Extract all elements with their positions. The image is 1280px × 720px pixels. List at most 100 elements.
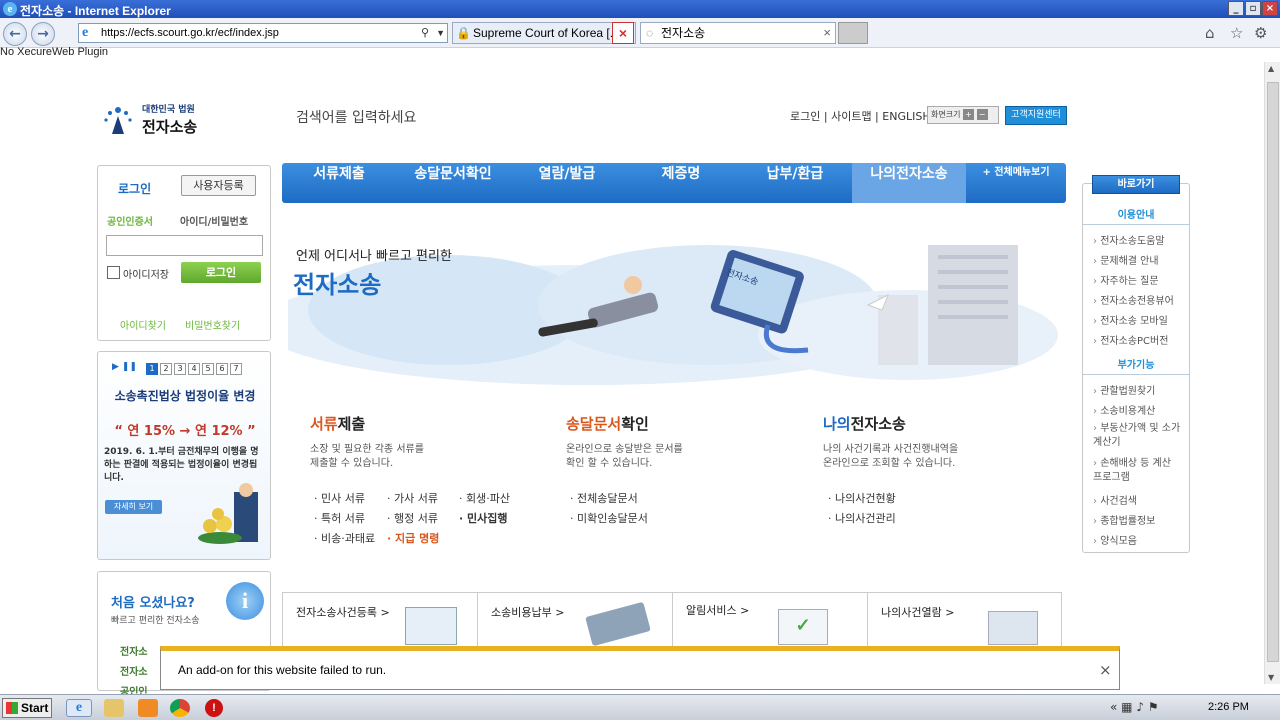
minimize-button[interactable]: _	[1228, 1, 1244, 16]
zoom-out-button[interactable]: −	[976, 109, 988, 120]
tab-close-icon[interactable]: ×	[823, 23, 831, 43]
quick-link-mobile[interactable]: 전자소송 모바일	[1093, 312, 1168, 327]
quick-link-legal-info[interactable]: 종합법률정보	[1093, 512, 1155, 527]
gear-icon[interactable]: ⚙	[1254, 24, 1267, 42]
welcome-item[interactable]: 전자소	[120, 663, 148, 678]
clock[interactable]: 2:26 PM	[1208, 701, 1249, 713]
login-button[interactable]: 로그인	[181, 262, 261, 283]
ie-taskbar-icon[interactable]: e	[66, 699, 92, 717]
util-login-link[interactable]: 로그인	[790, 110, 820, 123]
quick-link-viewer[interactable]: 전자소송전용뷰어	[1093, 292, 1174, 307]
start-button[interactable]: Start	[2, 698, 52, 718]
back-icon[interactable]: ←	[3, 22, 27, 46]
find-pw-link[interactable]: 비밀번호찾기	[185, 317, 240, 332]
nav-view-issue[interactable]: 열람/발급	[510, 163, 624, 203]
tile-case-register[interactable]: 전자소송사건등록 >	[283, 593, 478, 653]
quick-link-court-finder[interactable]: 관할법원찾기	[1093, 382, 1155, 397]
forward-icon[interactable]: →	[31, 22, 55, 46]
link-nonlitigation[interactable]: 비송·과태료	[314, 530, 375, 546]
notification-close-icon[interactable]: ×	[1099, 661, 1112, 679]
quick-link-case-search[interactable]: 사건검색	[1093, 492, 1137, 507]
dropdown-icon[interactable]: ▼	[436, 24, 445, 42]
tab-id-login[interactable]: 아이디/비밀번호	[180, 213, 248, 228]
nav-payment-refund[interactable]: 납부/환급	[738, 163, 852, 203]
link-bankruptcy[interactable]: 회생·파산	[459, 490, 510, 506]
banner-page[interactable]: 6	[216, 363, 228, 375]
nav-submit-docs[interactable]: 서류제출	[282, 163, 396, 203]
quick-link-damages-calc[interactable]: 손해배상 등 계산 프로그램	[1093, 457, 1183, 485]
new-tab-button[interactable]	[838, 22, 868, 44]
chrome-icon[interactable]	[170, 699, 190, 717]
util-english-link[interactable]: ENGLISH	[882, 110, 930, 123]
stop-sign-icon[interactable]: !	[205, 699, 223, 717]
login-input[interactable]	[106, 235, 263, 256]
court-logo-icon[interactable]	[100, 100, 136, 136]
windows-logo-icon	[6, 702, 18, 714]
close-window-button[interactable]: ×	[1262, 1, 1278, 16]
quick-link-help[interactable]: 전자소송도움말	[1093, 232, 1164, 247]
section-my-title[interactable]: 나의전자소송	[823, 413, 906, 434]
nav-my-ecfs[interactable]: 나의전자소송	[852, 163, 966, 203]
search-icon[interactable]: ⚲	[421, 24, 429, 42]
link-my-case-status[interactable]: 나의사건현황	[828, 490, 896, 506]
quick-link-pc[interactable]: 전자소송PC버전	[1093, 332, 1168, 347]
quick-link-faq[interactable]: 자주하는 질문	[1093, 272, 1158, 287]
logo-title[interactable]: 전자소송	[142, 116, 197, 137]
link-my-case-manage[interactable]: 나의사건관리	[828, 510, 896, 526]
zoom-in-button[interactable]: +	[963, 109, 974, 120]
link-family-docs[interactable]: 가사 서류	[387, 490, 438, 506]
tray-network-icon[interactable]: ▦	[1121, 700, 1132, 714]
register-button[interactable]: 사용자등록	[181, 175, 256, 196]
banner-play-icon[interactable]: ▶ ❚❚	[112, 362, 137, 372]
banner-page[interactable]: 7	[230, 363, 242, 375]
media-player-icon[interactable]	[138, 699, 158, 717]
banner-more-button[interactable]: 자세히 보기	[105, 500, 162, 514]
banner-page[interactable]: 1	[146, 363, 158, 375]
welcome-item[interactable]: 전자소	[120, 643, 148, 658]
link-payment-order[interactable]: 지급 명령	[387, 530, 439, 546]
tab-ecfs[interactable]: ◌ 전자소송 ×	[640, 22, 836, 44]
quick-link-cost-calc[interactable]: 소송비용계산	[1093, 402, 1155, 417]
favorites-star-icon[interactable]: ☆	[1230, 24, 1243, 42]
link-civil-docs[interactable]: 민사 서류	[314, 490, 365, 506]
nav-certificates[interactable]: 제증명	[624, 163, 738, 203]
link-all-service-docs[interactable]: 전체송달문서	[570, 490, 638, 506]
tray-expand-icon[interactable]: «	[1110, 700, 1117, 714]
scroll-thumb[interactable]	[1267, 82, 1279, 662]
link-unchecked-docs[interactable]: 미확인송달문서	[570, 510, 648, 526]
tab-supreme-court[interactable]: 🔒 Supreme Court of Korea [...	[452, 22, 636, 44]
nav-all-menu[interactable]: + 전체메뉴보기	[966, 163, 1066, 203]
nav-service-docs[interactable]: 송달문서확인	[396, 163, 510, 203]
tile-cost-payment[interactable]: 소송비용납부 >	[478, 593, 673, 653]
section-submit-title[interactable]: 서류제출	[310, 413, 365, 434]
link-civil-execution[interactable]: 민사집행	[459, 510, 507, 526]
maximize-button[interactable]: ▫	[1245, 1, 1261, 16]
scroll-up-icon[interactable]: ▲	[1268, 64, 1274, 73]
quick-link-forms[interactable]: 양식모음	[1093, 532, 1137, 547]
link-admin-docs[interactable]: 행정 서류	[387, 510, 438, 526]
banner-page[interactable]: 5	[202, 363, 214, 375]
banner-page[interactable]: 4	[188, 363, 200, 375]
tile-my-case-view[interactable]: 나의사건열람 >	[868, 593, 1063, 653]
quick-link-property-calc[interactable]: 부동산가액 및 소가계산기	[1093, 422, 1183, 450]
tab-cert-login[interactable]: 공인인증서	[107, 213, 153, 228]
customer-center-button[interactable]: 고객지원센터	[1005, 106, 1067, 125]
search-input[interactable]: 검색어를 입력하세요	[296, 107, 556, 129]
quick-link-troubleshoot[interactable]: 문제해결 안내	[1093, 252, 1158, 267]
tray-volume-icon[interactable]: ♪	[1136, 700, 1144, 714]
link-patent-docs[interactable]: 특허 서류	[314, 510, 365, 526]
tray-flag-icon[interactable]: ⚑	[1148, 700, 1159, 714]
address-bar[interactable]: e https://ecfs.scourt.go.kr/ecf/index.js…	[78, 23, 448, 43]
banner-page[interactable]: 2	[160, 363, 172, 375]
save-id-checkbox[interactable]	[107, 266, 120, 279]
util-sitemap-link[interactable]: 사이트맵	[831, 110, 871, 123]
home-icon[interactable]: ⌂	[1205, 24, 1215, 42]
page-scrollbar[interactable]: ▲ ▼	[1264, 62, 1280, 684]
banner-page[interactable]: 3	[174, 363, 186, 375]
find-id-link[interactable]: 아이디찾기	[120, 317, 166, 332]
stop-load-icon[interactable]: ×	[612, 22, 634, 44]
scroll-down-icon[interactable]: ▼	[1268, 673, 1274, 682]
tile-alert-service[interactable]: 알림서비스 > ✓	[673, 593, 868, 653]
section-service-title[interactable]: 송달문서확인	[566, 413, 649, 434]
explorer-folder-icon[interactable]	[104, 699, 124, 717]
